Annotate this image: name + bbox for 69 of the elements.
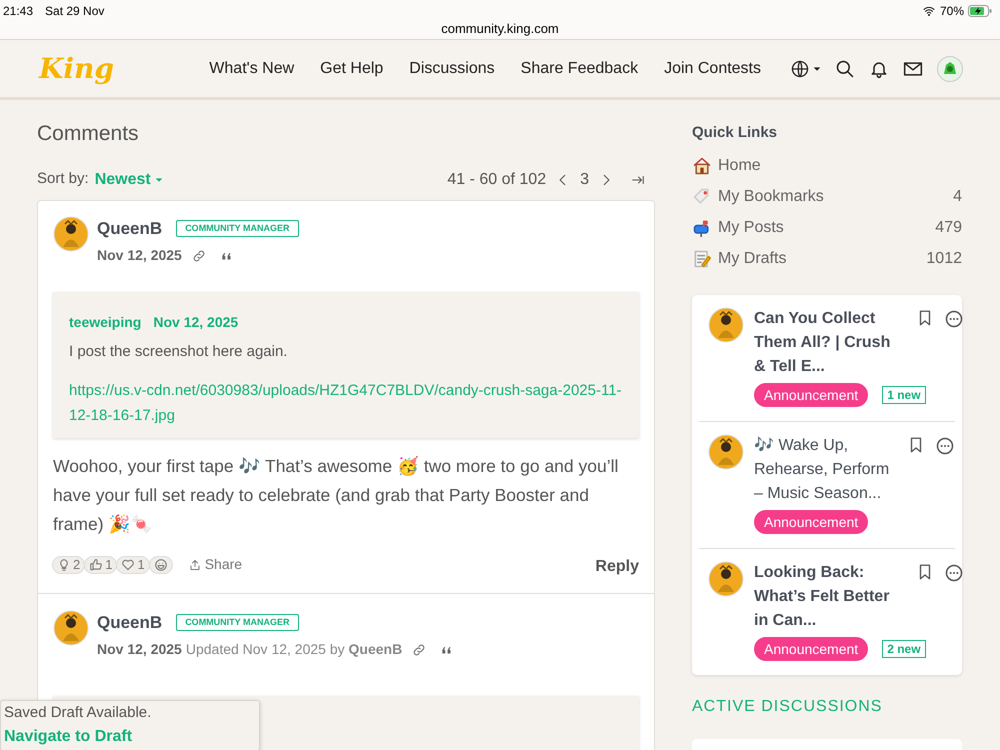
reaction-button[interactable]: 1 [116,556,150,574]
updated-text: Updated Nov 12, 2025 by QueenB [186,640,402,659]
new-count-badge: 2 new [882,640,926,658]
avatar[interactable] [53,216,89,252]
language-button[interactable] [791,60,821,78]
comment-text: Woohoo, your first tape 🎶 That’s awesome 🥳 two more to go and you’ll have your full set ready to celebrate (and grab that Party Booster and frame) 🎉🍬 [53,454,620,536]
quoted-date: Nov 12, 2025 [153,313,238,332]
quoted-text: I post the screenshot here again. [69,342,288,362]
reaction-button[interactable]: 2 [52,556,86,574]
role-badge: COMMUNITY MANAGER [176,614,299,631]
sort-label: Sort by: [37,169,89,190]
nav-link[interactable]: Join Contests [664,56,761,80]
author-name[interactable]: QueenB [97,216,162,241]
share-icon [188,558,201,570]
category-tag: Announcement [754,382,868,406]
reaction-button[interactable]: 1 [84,556,118,574]
role-badge: COMMUNITY MANAGER [176,220,299,237]
comment-date: Nov 12, 2025 [97,640,182,659]
category-tag: Announcement [754,510,868,534]
search-icon[interactable] [835,58,855,78]
laughing-face-icon [154,558,168,572]
address-bar-url: community.king.com [440,20,560,38]
nav-link[interactable]: What's New [209,56,294,80]
avatar[interactable] [53,610,89,646]
avatar[interactable] [708,306,744,342]
globe-icon [791,60,809,78]
quick-link[interactable]: My Drafts 1012 [692,244,962,274]
date-text: Sat 29 Nov [45,3,104,20]
reaction-button[interactable] [148,556,173,574]
house-icon [692,156,712,176]
more-options-icon[interactable] [944,562,964,582]
memo-icon [692,249,712,269]
link-icon[interactable] [412,642,426,656]
more-options-icon[interactable] [944,308,964,328]
comment-date: Nov 12, 2025 [97,246,182,265]
avatar[interactable] [708,434,744,470]
user-avatar[interactable] [937,56,963,82]
section-title: Comments [37,121,140,147]
clock-time: 21:43 [3,3,34,20]
caret-icon [154,176,163,184]
nav-link[interactable]: Get Help [320,56,384,80]
nav-link[interactable]: Discussions [409,56,495,80]
draft-message: Saved Draft Available. [4,703,152,723]
wifi-icon [922,5,936,17]
page-number[interactable]: 3 [580,168,589,192]
battery-percent: 70% [940,3,964,20]
caret-icon [813,64,821,72]
discussion-title[interactable]: 🎶 Wake Up, Rehearse, Perform – Music Season... [754,434,893,506]
category-tag: Announcement [754,636,868,660]
discussion-title[interactable]: Can You Collect Them All? | Crush & Tell E... [754,306,902,378]
quick-links-title: Quick Links [692,123,778,143]
nav-link[interactable]: Share Feedback [520,56,638,80]
thumbs-up-icon [89,558,104,572]
active-discussions-title: ACTIVE DISCUSSIONS [692,696,884,716]
reply-button[interactable]: Reply [595,554,639,578]
battery-icon [968,5,992,17]
quick-link[interactable]: My Posts 479 [692,212,962,244]
quick-link[interactable]: My Bookmarks 4 [692,182,962,212]
new-count-badge: 1 new [882,386,926,404]
link-icon[interactable] [192,248,206,262]
share-button[interactable]: Share [188,554,242,575]
quick-link[interactable]: Home [692,150,962,182]
author-name[interactable]: QueenB [97,610,162,635]
heart-icon [121,558,136,572]
pagination-range: 41 - 60 of 102 [447,170,546,190]
more-options-icon[interactable] [935,436,955,456]
discussion-title[interactable]: Looking Back: What’s Felt Better in Can... [754,560,902,632]
avatar[interactable] [708,560,744,596]
lightbulb-icon [57,558,71,572]
